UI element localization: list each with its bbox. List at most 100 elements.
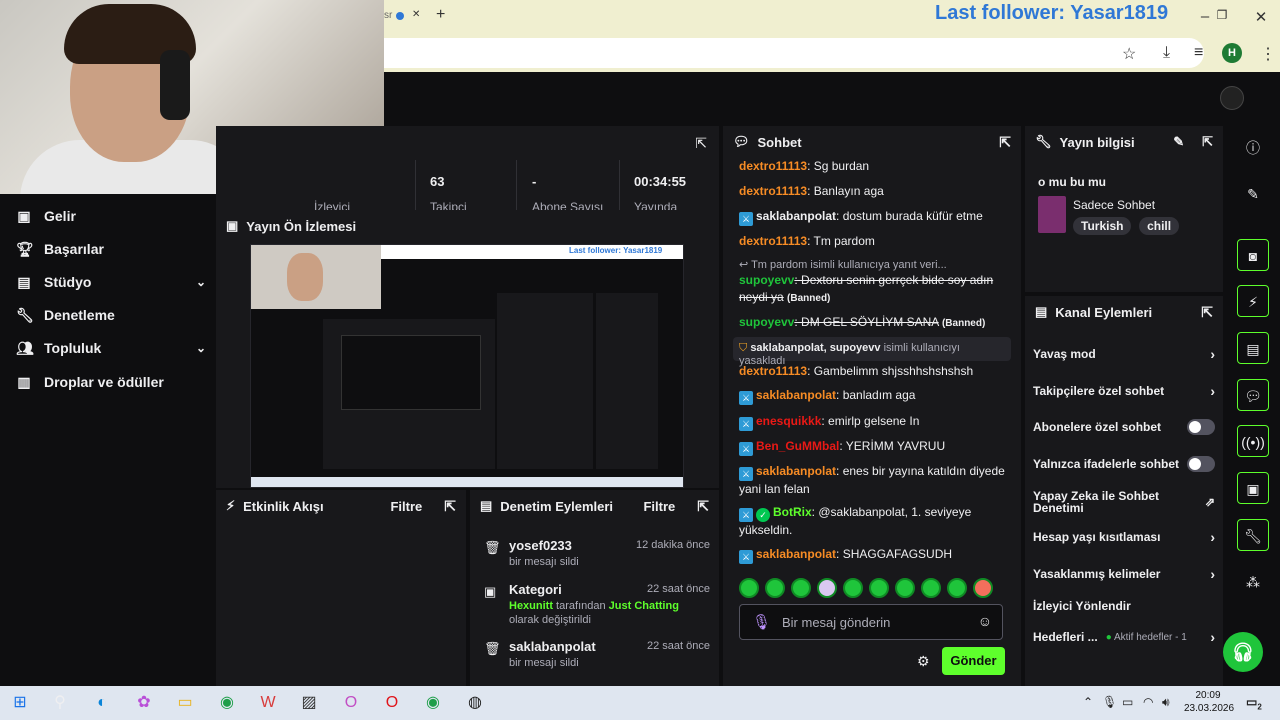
emote-icon[interactable] — [895, 578, 915, 598]
restore-icon[interactable]: ❐ — [1207, 8, 1237, 22]
tab-fragment[interactable]: sr — [384, 10, 392, 21]
emote-only-toggle[interactable] — [1187, 456, 1215, 472]
download-icon[interactable]: ⤓ — [1163, 44, 1170, 62]
modlog-game[interactable]: Just Chatting — [609, 600, 679, 612]
category-name[interactable]: Sadece Sohbet — [1073, 198, 1155, 212]
stream-preview-video[interactable]: Last follower: Yasar1819 — [250, 244, 684, 488]
chat-username[interactable]: dextro11113 — [739, 184, 807, 198]
system-user[interactable]: saklabanpolat — [750, 342, 823, 354]
popout-icon[interactable]: ⇱ — [697, 498, 709, 515]
action-followers-only[interactable]: Takipçilere özel sohbet › — [1033, 381, 1215, 401]
search-icon[interactable]: ⚲ — [49, 693, 71, 713]
close-window-icon[interactable]: ✕ — [1246, 8, 1276, 26]
battery-icon[interactable]: ▭ — [1122, 695, 1133, 709]
chat-input[interactable]: 🎙︎ Bir mesaj gönderin ☺ — [739, 604, 1003, 640]
subscribers-only-toggle[interactable] — [1187, 419, 1215, 435]
wifi-icon[interactable]: ◠ — [1143, 695, 1153, 709]
pencil-icon[interactable]: ✎ — [1173, 134, 1184, 150]
wps-icon[interactable]: W — [257, 693, 279, 713]
lightning-icon[interactable]: ⚡︎ — [1237, 285, 1269, 317]
chat-username[interactable]: enesquikkk — [756, 414, 821, 428]
taskbar-clock[interactable]: 20:09 23.03.2026 — [1184, 689, 1234, 715]
emote-icon[interactable] — [791, 578, 811, 598]
nav-item-studyo[interactable]: ▤ Stüdyo ⌄ — [16, 267, 206, 297]
pencil-icon[interactable]: ✎ — [1237, 178, 1269, 210]
action-banned-words[interactable]: Yasaklanmış kelimeler › — [1033, 564, 1215, 584]
info-icon[interactable]: ⓘ — [1237, 132, 1269, 164]
emote-icon[interactable] — [869, 578, 889, 598]
nav-item-gelir[interactable]: ▣ Gelir — [16, 201, 206, 231]
connections-icon[interactable]: ⁂ — [1237, 566, 1269, 598]
broadcast-icon[interactable]: ((•)) — [1237, 425, 1269, 457]
emote-icon[interactable] — [739, 578, 759, 598]
tag[interactable]: chill — [1139, 217, 1180, 235]
chat-username[interactable]: dextro11113 — [739, 159, 807, 173]
emote-icon[interactable] — [817, 578, 837, 598]
microphone-icon[interactable]: 🎙︎ — [752, 613, 771, 631]
capcut-icon[interactable]: ▨ — [298, 693, 320, 713]
tray-mic-icon[interactable]: 🎙︎ — [1102, 695, 1117, 709]
chrome-profile-icon[interactable]: ◉ — [422, 693, 444, 713]
popout-icon[interactable]: ⇱ — [444, 498, 456, 515]
chevron-down-icon[interactable]: ⌄ — [196, 275, 206, 289]
activity-filter-button[interactable]: Filtre — [390, 499, 422, 514]
copilot-icon[interactable]: ✿ — [133, 693, 155, 713]
obs-icon[interactable]: ◍ — [464, 693, 486, 713]
chat-username[interactable]: saklabanpolat — [756, 209, 836, 223]
new-tab-button[interactable]: + — [436, 6, 445, 24]
chat-username[interactable]: BotRix — [773, 505, 812, 519]
popout-icon[interactable]: ⇱ — [1202, 134, 1213, 150]
popout-icon[interactable]: ⇱ — [1201, 304, 1213, 321]
nav-item-denetleme[interactable]: 🔧︎ Denetleme — [16, 300, 206, 330]
nav-item-droplar[interactable]: ▥ Droplar ve ödüller — [16, 367, 206, 397]
modlog-user[interactable]: Hexunitt — [509, 600, 553, 612]
category-thumbnail[interactable] — [1038, 196, 1066, 233]
nav-item-topluluk[interactable]: 👥︎ Topluluk ⌄ — [16, 333, 206, 363]
emote-icon[interactable] — [921, 578, 941, 598]
chat-username[interactable]: dextro11113 — [739, 364, 807, 378]
camera-icon[interactable]: ◙ — [1237, 239, 1269, 271]
volume-icon[interactable]: 🔊︎ — [1162, 695, 1170, 710]
tag[interactable]: Turkish — [1073, 217, 1132, 235]
media-control-icon[interactable]: ≡ — [1194, 44, 1203, 62]
wrench-icon[interactable]: 🔧︎ — [1237, 519, 1269, 551]
popout-icon[interactable]: ⇱ — [695, 135, 707, 152]
action-slow-mode[interactable]: Yavaş mod › — [1033, 344, 1215, 364]
user-avatar[interactable] — [1220, 86, 1244, 110]
system-target[interactable]: , supoyevv — [824, 342, 881, 354]
chat-username[interactable]: saklabanpolat — [756, 464, 836, 478]
edge-icon[interactable]: ◐ — [91, 693, 113, 713]
file-explorer-icon[interactable]: ▭ — [174, 693, 196, 713]
close-tab-icon[interactable]: ✕ — [412, 9, 420, 20]
channel-actions-icon[interactable]: ▣ — [1237, 472, 1269, 504]
nav-item-basarilar[interactable]: 🏆︎ Başarılar — [16, 234, 206, 264]
headset-help-icon[interactable]: 🎧︎ — [1223, 632, 1263, 672]
chat-username[interactable]: supoyevv — [739, 273, 794, 287]
chat-username[interactable]: supoyevv — [739, 315, 794, 329]
opera-gx-icon[interactable]: O — [340, 693, 362, 713]
popout-icon[interactable]: ⇱ — [999, 134, 1011, 151]
send-button[interactable]: Gönder — [942, 647, 1005, 675]
tray-chevron-icon[interactable]: ⌃ — [1083, 695, 1093, 709]
emote-icon[interactable] — [843, 578, 863, 598]
document-icon[interactable]: ▤ — [1237, 332, 1269, 364]
chat-username[interactable]: saklabanpolat — [756, 547, 836, 561]
emote-icon[interactable] — [973, 578, 993, 598]
chevron-down-icon[interactable]: ⌄ — [196, 341, 206, 355]
action-goals[interactable]: Hedefleri ... ● Aktif hedefler - 1 › — [1033, 627, 1215, 647]
profile-avatar[interactable]: H — [1222, 43, 1242, 63]
gear-icon[interactable]: ⚙ — [917, 653, 930, 670]
browser-menu-icon[interactable]: ⋮ — [1260, 44, 1276, 64]
action-account-age[interactable]: Hesap yaşı kısıtlaması › — [1033, 527, 1215, 547]
action-ai-moderation[interactable]: Yapay Zeka ile Sohbet Denetimi ⇗ — [1033, 487, 1215, 517]
chat-username[interactable]: Ben_GuMMbal — [756, 439, 839, 453]
emoji-picker-icon[interactable]: ☺ — [978, 613, 992, 629]
chat-bubble-icon[interactable]: 💬︎ — [1237, 379, 1269, 411]
windows-start-icon[interactable]: ⊞ — [9, 693, 31, 713]
chat-username[interactable]: dextro11113 — [739, 234, 807, 248]
emote-icon[interactable] — [947, 578, 967, 598]
chat-username[interactable]: saklabanpolat — [756, 388, 836, 402]
emote-icon[interactable] — [765, 578, 785, 598]
modlog-item-title[interactable]: yosef0233 — [509, 538, 572, 553]
chrome-icon[interactable]: ◉ — [216, 693, 238, 713]
